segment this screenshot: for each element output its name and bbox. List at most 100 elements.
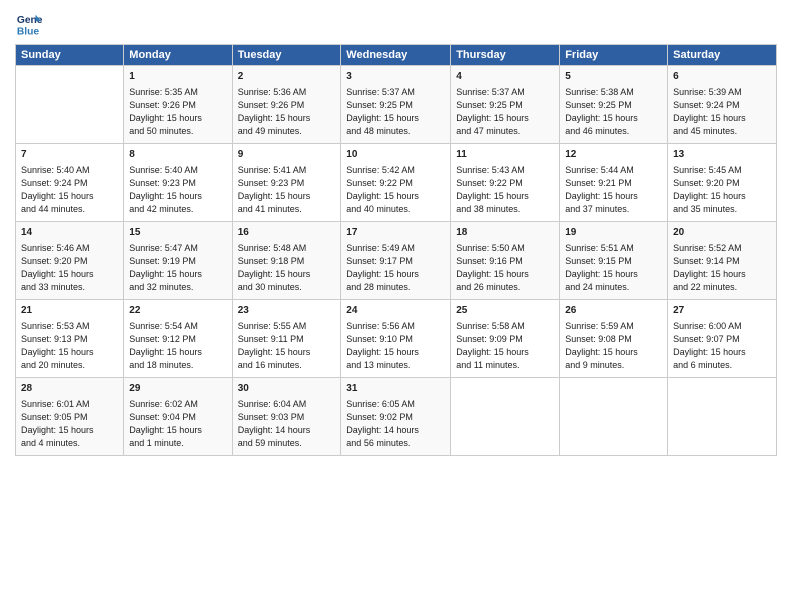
day-number: 28 (21, 382, 118, 396)
cell-content: Sunrise: 5:56 AM Sunset: 9:10 PM Dayligh… (346, 320, 445, 372)
cell-content: Sunrise: 5:38 AM Sunset: 9:25 PM Dayligh… (565, 86, 662, 138)
cell-content: Sunrise: 5:51 AM Sunset: 9:15 PM Dayligh… (565, 242, 662, 294)
calendar-cell (560, 378, 668, 456)
day-number: 4 (456, 70, 554, 84)
day-number: 1 (129, 70, 226, 84)
calendar-cell: 31 Sunrise: 6:05 AM Sunset: 9:02 PM Dayli… (341, 378, 451, 456)
cell-content: Sunrise: 5:46 AM Sunset: 9:20 PM Dayligh… (21, 242, 118, 294)
day-number: 13 (673, 148, 771, 162)
cell-content: Sunrise: 5:40 AM Sunset: 9:24 PM Dayligh… (21, 164, 118, 216)
col-header-wednesday: Wednesday (341, 45, 451, 66)
cell-content: Sunrise: 5:35 AM Sunset: 9:26 PM Dayligh… (129, 86, 226, 138)
day-number: 31 (346, 382, 445, 396)
week-row-1: 1 Sunrise: 5:35 AM Sunset: 9:26 PM Daylig… (16, 66, 777, 144)
cell-content: Sunrise: 6:00 AM Sunset: 9:07 PM Dayligh… (673, 320, 771, 372)
week-row-2: 7Sunrise: 5:40 AM Sunset: 9:24 PM Daylig… (16, 144, 777, 222)
cell-content: Sunrise: 5:37 AM Sunset: 9:25 PM Dayligh… (346, 86, 445, 138)
calendar-cell: 15Sunrise: 5:47 AM Sunset: 9:19 PM Dayli… (124, 222, 232, 300)
calendar-cell: 14 Sunrise: 5:46 AM Sunset: 9:20 PM Dayli… (16, 222, 124, 300)
calendar-cell: 1 Sunrise: 5:35 AM Sunset: 9:26 PM Daylig… (124, 66, 232, 144)
calendar-cell: 24 Sunrise: 5:56 AM Sunset: 9:10 PM Dayli… (341, 300, 451, 378)
day-number: 11 (456, 148, 554, 162)
calendar-cell: 25 Sunrise: 5:58 AM Sunset: 9:09 PM Dayli… (451, 300, 560, 378)
calendar-cell: 8 Sunrise: 5:40 AM Sunset: 9:23 PM Daylig… (124, 144, 232, 222)
cell-content: Sunrise: 6:05 AM Sunset: 9:02 PM Dayligh… (346, 398, 445, 450)
calendar-cell: 5Sunrise: 5:38 AM Sunset: 9:25 PM Daylig… (560, 66, 668, 144)
cell-content: Sunrise: 5:48 AM Sunset: 9:18 PM Dayligh… (238, 242, 336, 294)
day-number: 25 (456, 304, 554, 318)
calendar-cell: 16 Sunrise: 5:48 AM Sunset: 9:18 PM Dayli… (232, 222, 341, 300)
cell-content: Sunrise: 5:40 AM Sunset: 9:23 PM Dayligh… (129, 164, 226, 216)
day-number: 16 (238, 226, 336, 240)
col-header-thursday: Thursday (451, 45, 560, 66)
col-header-monday: Monday (124, 45, 232, 66)
col-header-sunday: Sunday (16, 45, 124, 66)
calendar-cell: 20Sunrise: 5:52 AM Sunset: 9:14 PM Dayli… (668, 222, 777, 300)
week-row-4: 21 Sunrise: 5:53 AM Sunset: 9:13 PM Dayli… (16, 300, 777, 378)
day-number: 8 (129, 148, 226, 162)
calendar-cell: 21 Sunrise: 5:53 AM Sunset: 9:13 PM Dayli… (16, 300, 124, 378)
cell-content: Sunrise: 5:55 AM Sunset: 9:11 PM Dayligh… (238, 320, 336, 372)
header: General Blue (15, 10, 777, 38)
cell-content: Sunrise: 5:39 AM Sunset: 9:24 PM Dayligh… (673, 86, 771, 138)
calendar-cell: 17Sunrise: 5:49 AM Sunset: 9:17 PM Dayli… (341, 222, 451, 300)
calendar-cell: 19 Sunrise: 5:51 AM Sunset: 9:15 PM Dayli… (560, 222, 668, 300)
calendar-cell: 27 Sunrise: 6:00 AM Sunset: 9:07 PM Dayli… (668, 300, 777, 378)
calendar-cell: 6 Sunrise: 5:39 AM Sunset: 9:24 PM Daylig… (668, 66, 777, 144)
calendar-cell: 2 Sunrise: 5:36 AM Sunset: 9:26 PM Daylig… (232, 66, 341, 144)
col-header-friday: Friday (560, 45, 668, 66)
cell-content: Sunrise: 5:36 AM Sunset: 9:26 PM Dayligh… (238, 86, 336, 138)
day-number: 26 (565, 304, 662, 318)
calendar-cell: 10 Sunrise: 5:42 AM Sunset: 9:22 PM Dayli… (341, 144, 451, 222)
cell-content: Sunrise: 6:01 AM Sunset: 9:05 PM Dayligh… (21, 398, 118, 450)
calendar-cell: 3 Sunrise: 5:37 AM Sunset: 9:25 PM Daylig… (341, 66, 451, 144)
cell-content: Sunrise: 5:42 AM Sunset: 9:22 PM Dayligh… (346, 164, 445, 216)
col-header-tuesday: Tuesday (232, 45, 341, 66)
calendar-cell (668, 378, 777, 456)
cell-content: Sunrise: 5:49 AM Sunset: 9:17 PM Dayligh… (346, 242, 445, 294)
day-number: 21 (21, 304, 118, 318)
calendar-cell: 11 Sunrise: 5:43 AM Sunset: 9:22 PM Dayli… (451, 144, 560, 222)
day-number: 27 (673, 304, 771, 318)
calendar-cell: 23 Sunrise: 5:55 AM Sunset: 9:11 PM Dayli… (232, 300, 341, 378)
calendar-cell: 13 Sunrise: 5:45 AM Sunset: 9:20 PM Dayli… (668, 144, 777, 222)
day-number: 14 (21, 226, 118, 240)
cell-content: Sunrise: 5:43 AM Sunset: 9:22 PM Dayligh… (456, 164, 554, 216)
day-number: 30 (238, 382, 336, 396)
calendar-cell (16, 66, 124, 144)
cell-content: Sunrise: 6:04 AM Sunset: 9:03 PM Dayligh… (238, 398, 336, 450)
day-number: 23 (238, 304, 336, 318)
logo-icon: General Blue (15, 10, 43, 38)
calendar-cell: 22Sunrise: 5:54 AM Sunset: 9:12 PM Dayli… (124, 300, 232, 378)
cell-content: Sunrise: 5:53 AM Sunset: 9:13 PM Dayligh… (21, 320, 118, 372)
week-row-3: 14 Sunrise: 5:46 AM Sunset: 9:20 PM Dayli… (16, 222, 777, 300)
calendar-cell: 28 Sunrise: 6:01 AM Sunset: 9:05 PM Dayli… (16, 378, 124, 456)
logo: General Blue (15, 10, 47, 38)
week-row-5: 28 Sunrise: 6:01 AM Sunset: 9:05 PM Dayli… (16, 378, 777, 456)
calendar-cell: 18 Sunrise: 5:50 AM Sunset: 9:16 PM Dayli… (451, 222, 560, 300)
day-number: 18 (456, 226, 554, 240)
col-header-saturday: Saturday (668, 45, 777, 66)
calendar-cell: 9Sunrise: 5:41 AM Sunset: 9:23 PM Daylig… (232, 144, 341, 222)
day-number: 19 (565, 226, 662, 240)
day-number: 29 (129, 382, 226, 396)
day-number: 24 (346, 304, 445, 318)
header-row: SundayMondayTuesdayWednesdayThursdayFrid… (16, 45, 777, 66)
day-number: 3 (346, 70, 445, 84)
day-number: 10 (346, 148, 445, 162)
cell-content: Sunrise: 5:45 AM Sunset: 9:20 PM Dayligh… (673, 164, 771, 216)
calendar-table: SundayMondayTuesdayWednesdayThursdayFrid… (15, 44, 777, 456)
calendar-cell: 29Sunrise: 6:02 AM Sunset: 9:04 PM Dayli… (124, 378, 232, 456)
day-number: 6 (673, 70, 771, 84)
day-number: 15 (129, 226, 226, 240)
cell-content: Sunrise: 5:50 AM Sunset: 9:16 PM Dayligh… (456, 242, 554, 294)
cell-content: Sunrise: 5:41 AM Sunset: 9:23 PM Dayligh… (238, 164, 336, 216)
day-number: 2 (238, 70, 336, 84)
calendar-cell: 30 Sunrise: 6:04 AM Sunset: 9:03 PM Dayli… (232, 378, 341, 456)
cell-content: Sunrise: 5:58 AM Sunset: 9:09 PM Dayligh… (456, 320, 554, 372)
cell-content: Sunrise: 5:44 AM Sunset: 9:21 PM Dayligh… (565, 164, 662, 216)
cell-content: Sunrise: 5:52 AM Sunset: 9:14 PM Dayligh… (673, 242, 771, 294)
svg-text:Blue: Blue (17, 26, 40, 37)
cell-content: Sunrise: 5:59 AM Sunset: 9:08 PM Dayligh… (565, 320, 662, 372)
day-number: 12 (565, 148, 662, 162)
